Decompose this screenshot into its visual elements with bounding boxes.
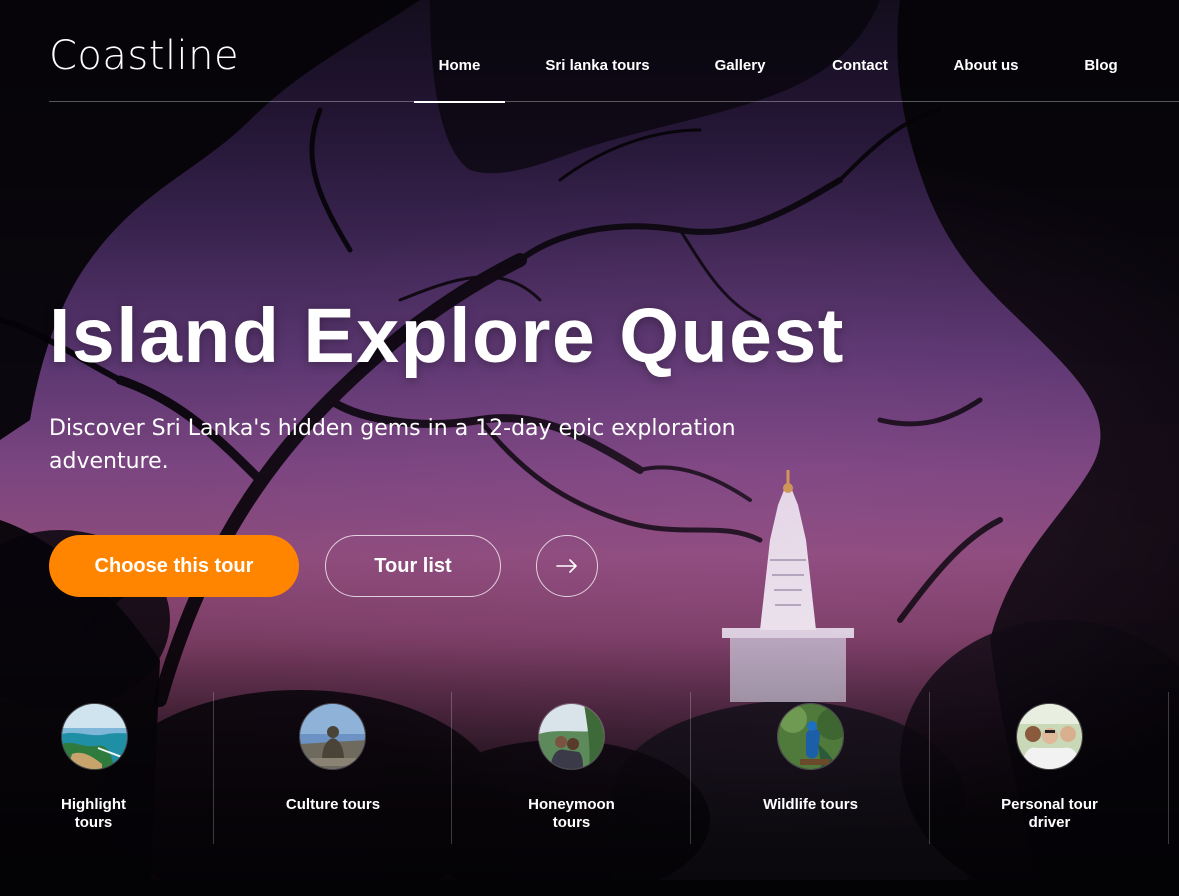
category-label-line1: Honeymoon — [528, 796, 615, 813]
category-label-line1: Wildlife tours — [763, 796, 858, 813]
category-label-line1: Personal tour — [1001, 796, 1098, 813]
category-label: Honeymoon tours — [452, 796, 691, 832]
site-header: Coastline Home Sri lanka tours Gallery C… — [49, 0, 1179, 103]
site-logo[interactable]: Coastline — [49, 33, 239, 79]
category-wildlife-tours[interactable]: Wildlife tours — [691, 692, 930, 844]
nav-item-sri-lanka-tours[interactable]: Sri lanka tours — [505, 0, 690, 102]
nav-item-blog[interactable]: Blog — [1042, 0, 1160, 102]
category-label: Culture tours — [214, 796, 452, 814]
main-nav: Home Sri lanka tours Gallery Contact Abo… — [414, 0, 1160, 103]
category-personal-tour-driver[interactable]: Personal tour driver — [930, 692, 1169, 844]
nav-item-gallery[interactable]: Gallery — [690, 0, 790, 102]
peacock-photo-icon — [777, 703, 844, 770]
nav-item-home[interactable]: Home — [414, 0, 505, 103]
nav-item-about-us[interactable]: About us — [930, 0, 1042, 102]
group-selfie-photo-icon — [1016, 703, 1083, 770]
hero-title: Island Explore Quest — [49, 293, 845, 379]
category-divider — [1168, 692, 1169, 844]
tour-categories: Highlight tours Culture tours Honeymoon … — [0, 692, 1179, 844]
category-highlight-tours[interactable]: Highlight tours — [0, 692, 214, 844]
category-honeymoon-tours[interactable]: Honeymoon tours — [452, 692, 691, 844]
nav-item-contact[interactable]: Contact — [790, 0, 930, 102]
category-label: Personal tour driver — [930, 796, 1169, 832]
coast-photo-icon — [61, 703, 128, 770]
category-label: Highlight tours — [0, 796, 187, 832]
category-label-line2: driver — [1028, 814, 1071, 831]
category-culture-tours[interactable]: Culture tours — [214, 692, 452, 844]
choose-this-tour-button[interactable]: Choose this tour — [49, 535, 299, 597]
category-label: Wildlife tours — [691, 796, 930, 814]
category-label-line1: Highlight — [61, 796, 126, 813]
category-label-line2: tours — [74, 814, 113, 831]
couple-photo-icon — [538, 703, 605, 770]
next-slide-button[interactable] — [536, 535, 598, 597]
arrow-right-icon — [556, 559, 577, 573]
tour-list-button[interactable]: Tour list — [325, 535, 501, 597]
category-label-line1: Culture tours — [285, 796, 381, 813]
category-label-line2: tours — [552, 814, 591, 831]
hero-subtitle: Discover Sri Lanka's hidden gems in a 12… — [49, 416, 736, 474]
buddha-statue-photo-icon — [299, 703, 366, 770]
